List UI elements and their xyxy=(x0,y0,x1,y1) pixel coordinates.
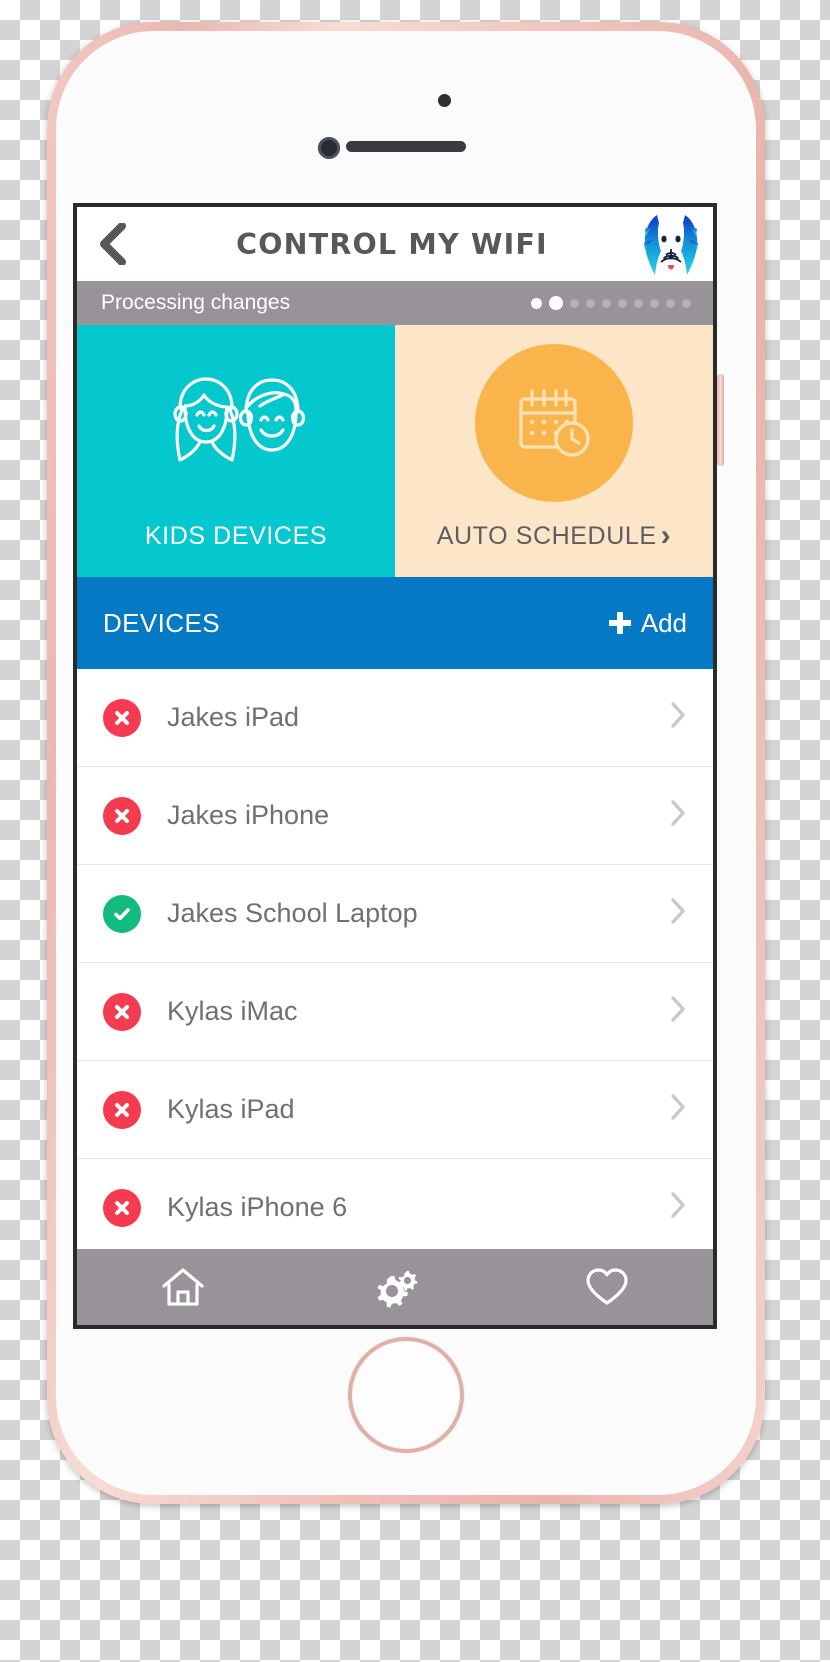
devices-section-title: DEVICES xyxy=(103,607,220,638)
table-row[interactable]: Kylas iPad xyxy=(77,1061,713,1159)
tab-home[interactable] xyxy=(77,1249,289,1325)
tile-label-text: KIDS DEVICES xyxy=(144,522,328,550)
device-name: Kylas iMac xyxy=(167,996,298,1026)
progress-dot xyxy=(602,298,611,308)
dog-wifi-logo xyxy=(635,207,713,281)
heart-icon xyxy=(586,1268,628,1305)
red-x-circle-icon[interactable] xyxy=(103,992,141,1031)
progress-dot xyxy=(634,298,643,308)
red-x-circle-icon[interactable] xyxy=(103,1090,141,1129)
chevron-right-icon[interactable] xyxy=(670,1191,691,1224)
progress-dots xyxy=(531,296,691,310)
table-row[interactable]: Jakes School Laptop xyxy=(77,865,713,963)
tile-kids-devices-label: KIDS DEVICES xyxy=(145,522,327,577)
red-x-circle-icon[interactable] xyxy=(103,698,141,737)
add-device-label: Add xyxy=(640,607,687,638)
tile-auto-schedule-label: AUTO SCHEDULE › xyxy=(437,521,671,577)
chevron-right-icon[interactable] xyxy=(670,897,691,930)
bottom-tab-bar xyxy=(77,1249,713,1325)
tile-kids-devices[interactable]: KIDS DEVICES xyxy=(77,325,395,577)
app-header: CONTROL MY WIFI xyxy=(77,207,713,281)
progress-dot xyxy=(586,298,595,308)
add-device-button[interactable]: Add xyxy=(608,607,687,639)
device-name: Jakes iPhone xyxy=(167,800,330,830)
home-icon xyxy=(162,1268,204,1306)
chevron-right-icon[interactable] xyxy=(670,1093,691,1126)
chevron-right-icon[interactable] xyxy=(670,799,691,832)
tab-settings[interactable] xyxy=(289,1249,501,1325)
table-row[interactable]: Jakes iPhone xyxy=(77,767,713,865)
device-name: Kylas iPad xyxy=(167,1094,295,1124)
progress-dot xyxy=(570,298,579,308)
plus-icon xyxy=(608,612,631,634)
table-row[interactable]: Kylas iMac xyxy=(77,963,713,1061)
home-button[interactable] xyxy=(348,1337,464,1453)
app-screen: CONTROL MY WIFI Processing changes KIDS … xyxy=(73,203,717,1329)
proximity-sensor xyxy=(438,94,451,107)
progress-dot-active xyxy=(531,297,542,309)
tile-auto-schedule[interactable]: AUTO SCHEDULE › xyxy=(395,325,713,577)
chevron-right-icon[interactable] xyxy=(670,995,691,1028)
red-x-circle-icon[interactable] xyxy=(103,1188,141,1227)
chevron-right-icon[interactable] xyxy=(670,701,691,734)
back-button[interactable] xyxy=(77,207,149,281)
processing-status-text: Processing changes xyxy=(101,291,291,314)
devices-section-header: DEVICES Add xyxy=(77,577,713,669)
table-row[interactable]: Jakes iPad xyxy=(77,669,713,767)
table-row[interactable]: Kylas iPhone 6 xyxy=(77,1159,713,1249)
two-kids-faces-icon xyxy=(77,325,395,522)
tab-favorites[interactable] xyxy=(501,1249,713,1325)
calendar-clock-icon xyxy=(475,344,633,502)
device-name: Jakes iPad xyxy=(167,702,300,732)
device-list: Jakes iPad Jakes iPhone Jakes School Lap… xyxy=(77,669,713,1249)
red-x-circle-icon[interactable] xyxy=(103,796,141,835)
progress-dot xyxy=(618,298,627,308)
progress-dot xyxy=(682,298,691,308)
device-name: Jakes School Laptop xyxy=(167,898,418,928)
device-name: Kylas iPhone 6 xyxy=(167,1192,348,1222)
progress-dot-active xyxy=(549,296,563,310)
chevron-right-icon: › xyxy=(660,519,672,552)
processing-status-bar: Processing changes xyxy=(77,281,713,325)
progress-dot xyxy=(666,298,675,308)
power-button[interactable] xyxy=(717,374,724,466)
back-chevron-icon xyxy=(100,223,126,265)
earpiece-speaker xyxy=(346,141,466,152)
gears-icon xyxy=(377,1271,418,1308)
page-title: CONTROL MY WIFI xyxy=(236,227,548,261)
green-check-circle-icon[interactable] xyxy=(103,894,141,933)
progress-dot xyxy=(650,298,659,308)
tile-label-text: AUTO SCHEDULE xyxy=(436,521,657,550)
feature-tiles: KIDS DEVICES AUTO SCHEDULE › xyxy=(77,325,713,577)
front-camera xyxy=(318,137,340,159)
